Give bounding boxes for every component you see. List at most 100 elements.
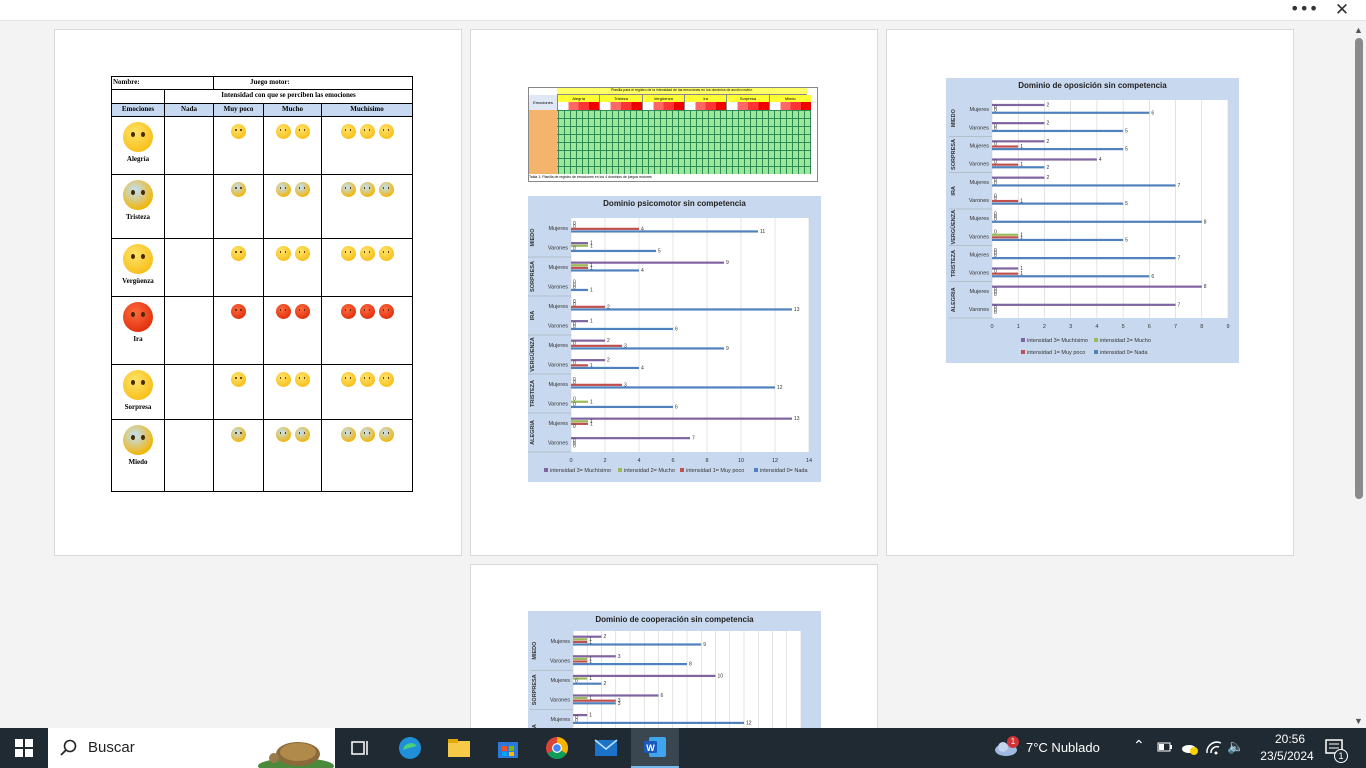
battery-icon[interactable] bbox=[1157, 741, 1173, 756]
data-label: 0 bbox=[994, 292, 997, 298]
row-label: Mujeres bbox=[969, 180, 989, 186]
bar bbox=[573, 643, 702, 646]
happy-face-icon bbox=[123, 122, 153, 152]
top-bar: ••• ✕ bbox=[0, 0, 1366, 21]
plot-area bbox=[571, 218, 809, 452]
clock-date[interactable]: 23/5/2024 bbox=[1252, 749, 1322, 763]
edge-browser-icon[interactable] bbox=[386, 728, 434, 768]
task-view-icon[interactable] bbox=[336, 728, 384, 768]
row-label: Mujeres bbox=[969, 289, 989, 295]
screaming-face-icon bbox=[359, 427, 375, 442]
row-label: Varones bbox=[969, 125, 989, 131]
row-miedo: Miedo bbox=[111, 419, 413, 492]
crying-face-icon bbox=[294, 182, 310, 197]
search-box[interactable]: Buscar bbox=[48, 728, 335, 768]
emotion-label: Alegría bbox=[126, 155, 150, 163]
close-icon[interactable]: ✕ bbox=[1330, 0, 1354, 21]
word-icon[interactable]: W bbox=[631, 728, 679, 768]
emotion-label: Sorpresa bbox=[124, 403, 152, 411]
angry-face-icon bbox=[123, 302, 153, 332]
group-label: MIEDO bbox=[532, 641, 538, 660]
tick-label: 12 bbox=[772, 458, 778, 464]
legend-label: intensidad 1= Muy poco bbox=[1027, 350, 1085, 356]
flushed-face-icon bbox=[340, 246, 356, 261]
chevron-up-icon[interactable]: ⌃ bbox=[1133, 738, 1145, 754]
legend-swatch bbox=[544, 468, 548, 472]
happy-face-icon bbox=[294, 124, 310, 139]
file-explorer-icon[interactable] bbox=[435, 728, 483, 768]
bar bbox=[992, 111, 1150, 114]
data-label: 4 bbox=[641, 365, 644, 371]
wifi-icon[interactable] bbox=[1205, 740, 1223, 759]
group-label: MIEDO bbox=[951, 108, 957, 127]
data-label: 2 bbox=[1046, 165, 1049, 171]
bar bbox=[571, 230, 758, 233]
data-label: 12 bbox=[777, 385, 783, 391]
weather-badge: 1 bbox=[1007, 736, 1019, 748]
bar bbox=[573, 635, 602, 638]
bar bbox=[573, 702, 616, 705]
group-label: VERGÜENZA bbox=[529, 337, 536, 372]
sheet-group-2: Vergüenza bbox=[641, 95, 684, 110]
nombre-label: Nombre: bbox=[111, 76, 214, 90]
onedrive-warning-icon[interactable] bbox=[1181, 740, 1199, 759]
screaming-face-icon bbox=[231, 427, 246, 442]
emotion-label: Vergüenza bbox=[122, 277, 154, 285]
chart-svg: 00 4 11Mujeres110 5Varones911 4Mujeres000 1Va… bbox=[528, 218, 812, 474]
bar bbox=[573, 697, 588, 700]
row-label: Varones bbox=[550, 658, 570, 664]
mail-icon[interactable] bbox=[582, 728, 630, 768]
more-options-icon[interactable]: ••• bbox=[1290, 0, 1318, 21]
windows-start-icon[interactable] bbox=[0, 728, 48, 768]
row-sorpresa: Sorpresa bbox=[111, 364, 413, 420]
search-input[interactable]: Buscar bbox=[88, 739, 135, 756]
page-3: Dominio de oposición sin competencia 200… bbox=[886, 29, 1294, 556]
legend-swatch bbox=[680, 468, 684, 472]
tick-label: 1 bbox=[1017, 324, 1020, 330]
volume-icon[interactable]: 🔈 bbox=[1227, 739, 1244, 755]
bar bbox=[573, 657, 588, 660]
bar bbox=[992, 166, 1045, 169]
row-label: Varones bbox=[548, 440, 568, 446]
screaming-face-icon bbox=[294, 427, 310, 442]
group-label: ALEGRIA bbox=[951, 287, 957, 312]
scroll-up-icon[interactable]: ▲ bbox=[1354, 25, 1363, 35]
tick-label: 8 bbox=[1200, 324, 1203, 330]
data-label: 6 bbox=[675, 326, 678, 332]
screaming-face-icon bbox=[123, 425, 153, 455]
row-label: Varones bbox=[548, 323, 568, 329]
legend-label: intensidad 2= Mucho bbox=[1100, 338, 1151, 344]
data-label: 2 bbox=[1046, 121, 1049, 127]
bar bbox=[573, 721, 744, 724]
clock-time[interactable]: 20:56 bbox=[1262, 732, 1318, 746]
angry-face-icon bbox=[275, 304, 291, 319]
crying-face-icon bbox=[275, 182, 291, 197]
angry-face-icon bbox=[231, 304, 246, 319]
col-header: Muy poco bbox=[213, 103, 264, 117]
tick-label: 6 bbox=[671, 458, 674, 464]
data-label: 5 bbox=[1125, 237, 1128, 243]
surprised-face-icon bbox=[378, 372, 394, 387]
scroll-down-icon[interactable]: ▼ bbox=[1354, 716, 1363, 726]
flushed-face-icon bbox=[378, 246, 394, 261]
vertical-scrollbar[interactable]: ▲ ▼ bbox=[1352, 22, 1366, 728]
bar bbox=[571, 383, 622, 386]
legend-swatch bbox=[618, 468, 622, 472]
data-label: 6 bbox=[675, 404, 678, 410]
bar bbox=[992, 303, 1176, 306]
data-label: 13 bbox=[794, 307, 800, 313]
store-icon[interactable] bbox=[484, 728, 532, 768]
chart-cooperacion: Dominio de cooperación sin competencia 2… bbox=[528, 611, 821, 729]
bar bbox=[992, 103, 1045, 107]
row-label: Mujeres bbox=[548, 382, 568, 388]
bar bbox=[573, 682, 602, 685]
scroll-thumb[interactable] bbox=[1355, 38, 1363, 499]
data-label: 6 bbox=[1151, 274, 1154, 280]
sheet-row-headers bbox=[529, 110, 557, 174]
bar bbox=[992, 129, 1124, 133]
weather-text[interactable]: 7°C Nublado bbox=[1026, 740, 1100, 755]
chrome-icon[interactable] bbox=[533, 728, 581, 768]
data-label: 10 bbox=[718, 673, 724, 679]
group-label: TRISTEZA bbox=[530, 380, 536, 407]
surprised-face-icon bbox=[231, 372, 246, 387]
